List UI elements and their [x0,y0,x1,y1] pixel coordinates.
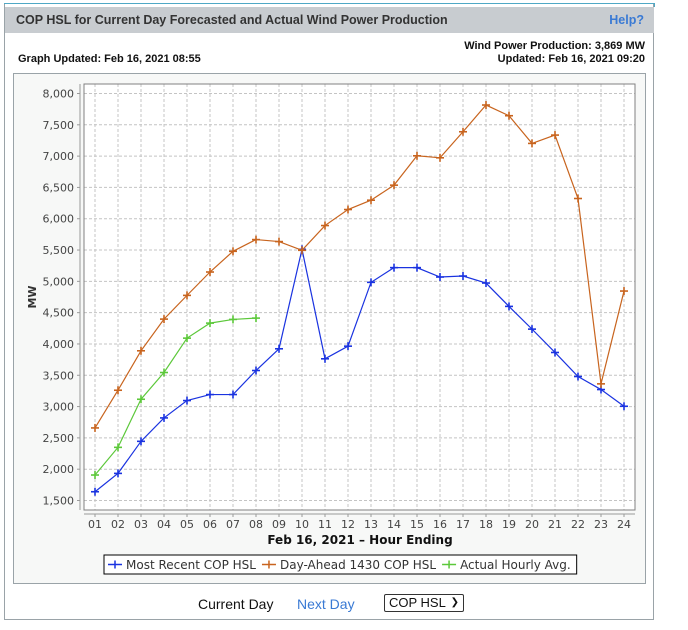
x-tick-label: 20 [525,518,539,531]
y-tick-label: 4,500 [43,307,75,320]
legend-label: Actual Hourly Avg. [460,558,571,572]
y-tick-label: 6,500 [43,181,75,194]
chart-type-select[interactable]: COP HSL ❯ [384,594,464,612]
legend-item: Actual Hourly Avg. [442,558,571,572]
x-tick-label: 12 [341,518,355,531]
x-tick-label: 10 [295,518,309,531]
production-updated-text: Updated: Feb 16, 2021 09:20 [497,53,645,65]
y-tick-label: 2,500 [43,432,75,445]
plot-background [84,84,635,510]
graph-updated-text: Graph Updated: Feb 16, 2021 08:55 [18,53,201,65]
x-tick-label: 11 [318,518,332,531]
x-tick-label: 17 [456,518,470,531]
y-tick-label: 2,000 [43,463,75,476]
x-tick-label: 03 [134,518,148,531]
y-tick-label: 8,000 [43,88,75,101]
x-tick-label: 22 [571,518,585,531]
y-tick-label: 7,000 [43,150,75,163]
chevron-down-icon: ❯ [450,597,459,608]
y-tick-label: 1,500 [43,495,75,508]
legend-label: Most Recent COP HSL [126,558,256,572]
x-axis-ticks: 01 02 03 04 05 06 07 08 09 10 11 12 13 14 15 16 17 18 19 20… [88,514,631,531]
x-tick-label: 01 [88,518,102,531]
x-axis-label: Feb 16, 2021 – Hour Ending [267,533,452,547]
chart-panel: 1,500 2,000 2,500 3,000 3,500 4,000 4,500 5,000… [13,73,646,584]
legend-item: Day-Ahead 1430 COP HSL [261,558,436,572]
y-tick-label: 5,000 [43,275,75,288]
production-info: Wind Power Production: 3,869 MW Updated:… [464,40,645,66]
x-tick-label: 14 [387,518,401,531]
legend-label: Day-Ahead 1430 COP HSL [280,558,436,572]
x-tick-label: 04 [157,518,171,531]
widget-header: COP HSL for Current Day Forecasted and A… [5,7,654,33]
x-tick-label: 08 [249,518,263,531]
y-tick-label: 6,000 [43,213,75,226]
x-tick-label: 13 [364,518,378,531]
x-tick-label: 21 [548,518,562,531]
x-tick-label: 05 [180,518,194,531]
current-day-tab[interactable]: Current Day [198,596,273,612]
legend-item: Most Recent COP HSL [108,558,256,572]
x-tick-label: 23 [594,518,608,531]
chart-legend: Most Recent COP HSL Day-Ahead 1430 COP HS… [103,554,578,575]
wind-chart: 1,500 2,000 2,500 3,000 3,500 4,000 4,500 5,000… [26,83,636,575]
y-axis-label: MW [26,285,39,308]
chart-type-selected-value: COP HSL [389,595,446,610]
x-tick-label: 16 [433,518,447,531]
y-tick-label: 3,500 [43,369,75,382]
x-tick-label: 18 [479,518,493,531]
widget-title: COP HSL for Current Day Forecasted and A… [16,13,448,27]
next-day-link[interactable]: Next Day [297,596,355,612]
wind-production-value: Wind Power Production: 3,869 MW [464,40,645,52]
x-tick-label: 24 [617,518,631,531]
x-tick-label: 19 [502,518,516,531]
y-tick-label: 4,000 [43,338,75,351]
x-tick-label: 07 [226,518,240,531]
x-tick-label: 02 [111,518,125,531]
x-tick-label: 15 [410,518,424,531]
x-tick-label: 09 [272,518,286,531]
y-tick-label: 5,500 [43,244,75,257]
chart-grid [84,84,635,510]
x-tick-label: 06 [203,518,217,531]
y-tick-label: 3,000 [43,401,75,414]
y-tick-label: 7,500 [43,119,75,132]
help-link[interactable]: Help? [609,13,644,27]
y-axis-ticks: 1,500 2,000 2,500 3,000 3,500 4,000 4,500 5,000… [43,88,80,508]
